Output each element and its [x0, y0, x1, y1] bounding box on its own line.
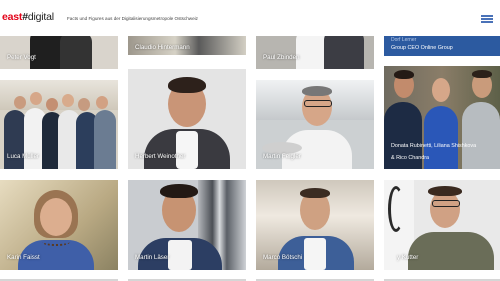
logo-main: east: [2, 11, 23, 23]
person-card[interactable]: Luca Müller: [0, 80, 118, 169]
person-name: Martin Feigler: [263, 153, 301, 160]
person-card[interactable]: Herbert Weinother: [128, 69, 246, 169]
person-role: Group CEO Online Group: [391, 45, 453, 51]
person-card[interactable]: Martin Läser: [128, 180, 246, 270]
person-card[interactable]: Martin Feigler: [256, 80, 374, 169]
person-name: y Kutter: [397, 254, 419, 261]
person-name: Donata Rubinetti, Liliana Shishkova: [391, 143, 477, 149]
site-header: east#digital Facts und Figures aus der D…: [0, 0, 500, 36]
person-name: Claudio Hintermann: [135, 44, 190, 51]
hamburger-menu-icon[interactable]: [481, 15, 493, 23]
site-tagline: Facts und Figures aus der Digitalisierun…: [67, 16, 198, 21]
person-name: Luca Müller: [7, 153, 39, 160]
person-name: Karin Faisst: [7, 254, 40, 261]
person-name: Marco Bötschi: [263, 254, 303, 261]
logo-sub: digital: [27, 11, 54, 23]
person-name: Paul Zbinden: [263, 54, 300, 61]
person-name: Peter Vogt: [7, 54, 36, 61]
person-card[interactable]: y Kutter: [384, 180, 500, 270]
person-name: Dorf Lerner: [391, 37, 417, 43]
person-card[interactable]: Peter Vogt: [0, 36, 118, 69]
person-card[interactable]: Marco Bötschi: [256, 180, 374, 270]
person-card[interactable]: Karin Faisst: [0, 180, 118, 270]
person-card[interactable]: Claudio Hintermann: [128, 36, 246, 55]
person-card[interactable]: Paul Zbinden: [256, 36, 374, 69]
person-card[interactable]: Donata Rubinetti, Liliana Shishkova & Ri…: [384, 66, 500, 169]
site-logo[interactable]: east#digital: [2, 11, 54, 23]
person-name-line2: & Rico Chandra: [391, 155, 430, 161]
person-card[interactable]: Dorf Lerner Group CEO Online Group: [384, 36, 500, 56]
person-name: Martin Läser: [135, 254, 170, 261]
person-name: Herbert Weinother: [135, 153, 186, 160]
